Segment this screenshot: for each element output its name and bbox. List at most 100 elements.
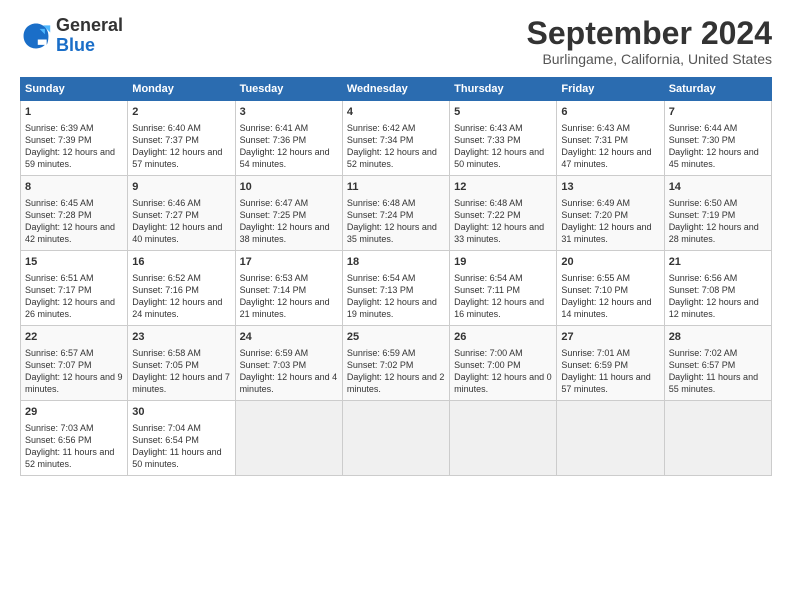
day-number: 15 <box>25 255 123 270</box>
day-number: 13 <box>561 180 659 195</box>
daylight: Daylight: 12 hours and 38 minutes. <box>240 222 330 244</box>
day-number: 6 <box>561 105 659 120</box>
day-number: 28 <box>669 330 767 345</box>
calendar-cell: 9Sunrise: 6:46 AMSunset: 7:27 PMDaylight… <box>128 176 235 251</box>
calendar-cell: 30Sunrise: 7:04 AMSunset: 6:54 PMDayligh… <box>128 401 235 475</box>
daylight: Daylight: 11 hours and 50 minutes. <box>132 447 221 469</box>
sunrise: Sunrise: 6:48 AM <box>454 198 523 208</box>
header-friday: Friday <box>557 78 664 101</box>
sunset: Sunset: 7:27 PM <box>132 210 199 220</box>
sunrise: Sunrise: 6:48 AM <box>347 198 416 208</box>
daylight: Daylight: 12 hours and 24 minutes. <box>132 297 222 319</box>
calendar-cell: 12Sunrise: 6:48 AMSunset: 7:22 PMDayligh… <box>450 176 557 251</box>
sunrise: Sunrise: 6:40 AM <box>132 123 201 133</box>
daylight: Daylight: 12 hours and 59 minutes. <box>25 147 115 169</box>
calendar-cell: 11 Sunrise: 6:48 AM Sunset: 7:24 PM Dayligh… <box>342 176 449 251</box>
calendar-cell <box>235 401 342 475</box>
daylight: Daylight: 12 hours and 33 minutes. <box>454 222 544 244</box>
calendar-header: Sunday Monday Tuesday Wednesday Thursday… <box>21 78 772 101</box>
sunset: Sunset: 7:03 PM <box>240 360 307 370</box>
sunset: Sunset: 7:34 PM <box>347 135 414 145</box>
daylight: Daylight: 12 hours and 35 minutes. <box>347 222 437 244</box>
calendar-cell: 16Sunrise: 6:52 AMSunset: 7:16 PMDayligh… <box>128 251 235 326</box>
sunset: Sunset: 7:16 PM <box>132 285 199 295</box>
sunset: Sunset: 7:14 PM <box>240 285 307 295</box>
sunset: Sunset: 7:37 PM <box>132 135 199 145</box>
header-wednesday: Wednesday <box>342 78 449 101</box>
day-number: 22 <box>25 330 123 345</box>
sunrise: Sunrise: 6:47 AM <box>240 198 309 208</box>
day-number: 5 <box>454 105 552 120</box>
sunset: Sunset: 7:24 PM <box>347 210 414 220</box>
calendar-cell: 15Sunrise: 6:51 AMSunset: 7:17 PMDayligh… <box>21 251 128 326</box>
daylight: Daylight: 12 hours and 7 minutes. <box>132 372 230 394</box>
day-number: 8 <box>25 180 123 195</box>
daylight: Daylight: 12 hours and 42 minutes. <box>25 222 115 244</box>
sunrise: Sunrise: 6:46 AM <box>132 198 201 208</box>
sunset: Sunset: 7:28 PM <box>25 210 92 220</box>
daylight: Daylight: 12 hours and 31 minutes. <box>561 222 651 244</box>
daylight: Daylight: 11 hours and 52 minutes. <box>25 447 114 469</box>
calendar-cell: 21Sunrise: 6:56 AMSunset: 7:08 PMDayligh… <box>664 251 771 326</box>
sunrise: Sunrise: 6:56 AM <box>669 273 738 283</box>
sunset: Sunset: 7:39 PM <box>25 135 92 145</box>
sunset: Sunset: 7:25 PM <box>240 210 307 220</box>
sunrise: Sunrise: 6:54 AM <box>454 273 523 283</box>
daylight: Daylight: 12 hours and 16 minutes. <box>454 297 544 319</box>
sunrise: Sunrise: 6:43 AM <box>454 123 523 133</box>
header-sunday: Sunday <box>21 78 128 101</box>
sunset: Sunset: 7:10 PM <box>561 285 628 295</box>
calendar-cell: 13Sunrise: 6:49 AMSunset: 7:20 PMDayligh… <box>557 176 664 251</box>
main-title: September 2024 <box>527 16 772 51</box>
sunset: Sunset: 7:05 PM <box>132 360 199 370</box>
sunrise: Sunrise: 6:57 AM <box>25 348 94 358</box>
sunrise: Sunrise: 7:04 AM <box>132 423 201 433</box>
header-saturday: Saturday <box>664 78 771 101</box>
calendar-cell <box>664 401 771 475</box>
daylight: Daylight: 12 hours and 52 minutes. <box>347 147 437 169</box>
sunrise: Sunrise: 6:59 AM <box>240 348 309 358</box>
calendar-cell: 8Sunrise: 6:45 AMSunset: 7:28 PMDaylight… <box>21 176 128 251</box>
day-number: 19 <box>454 255 552 270</box>
sunrise: Sunrise: 6:54 AM <box>347 273 416 283</box>
sunset: Sunset: 7:07 PM <box>25 360 92 370</box>
day-number: 1 <box>25 105 123 120</box>
sunrise: Sunrise: 7:00 AM <box>454 348 523 358</box>
sunset: Sunset: 7:31 PM <box>561 135 628 145</box>
calendar-cell: 7Sunrise: 6:44 AMSunset: 7:30 PMDaylight… <box>664 101 771 176</box>
calendar-cell <box>342 401 449 475</box>
sunrise: Sunrise: 7:03 AM <box>25 423 94 433</box>
sunrise: Sunrise: 7:02 AM <box>669 348 738 358</box>
header-monday: Monday <box>128 78 235 101</box>
daylight: Daylight: 12 hours and 40 minutes. <box>132 222 222 244</box>
daylight: Daylight: 12 hours and 4 minutes. <box>240 372 338 394</box>
day-number: 27 <box>561 330 659 345</box>
header: GeneralBlue September 2024 Burlingame, C… <box>20 16 772 67</box>
daylight: Daylight: 12 hours and 50 minutes. <box>454 147 544 169</box>
calendar-cell: 29Sunrise: 7:03 AMSunset: 6:56 PMDayligh… <box>21 401 128 475</box>
day-number: 4 <box>347 105 445 120</box>
sunrise: Sunrise: 6:55 AM <box>561 273 630 283</box>
sunrise: Sunrise: 6:42 AM <box>347 123 416 133</box>
daylight: Daylight: 11 hours and 55 minutes. <box>669 372 758 394</box>
logo-text: GeneralBlue <box>56 16 123 56</box>
header-tuesday: Tuesday <box>235 78 342 101</box>
calendar-cell <box>450 401 557 475</box>
calendar-cell <box>557 401 664 475</box>
sunrise: Sunrise: 6:44 AM <box>669 123 738 133</box>
daylight: Daylight: 12 hours and 19 minutes. <box>347 297 437 319</box>
day-number: 14 <box>669 180 767 195</box>
day-number: 11 <box>347 180 445 195</box>
sunrise: Sunrise: 6:51 AM <box>25 273 94 283</box>
sunset: Sunset: 7:02 PM <box>347 360 414 370</box>
header-thursday: Thursday <box>450 78 557 101</box>
calendar-body: 1Sunrise: 6:39 AMSunset: 7:39 PMDaylight… <box>21 101 772 475</box>
daylight: Daylight: 12 hours and 47 minutes. <box>561 147 651 169</box>
calendar-cell: 6Sunrise: 6:43 AMSunset: 7:31 PMDaylight… <box>557 101 664 176</box>
logo: GeneralBlue <box>20 16 123 56</box>
day-number: 12 <box>454 180 552 195</box>
day-number: 30 <box>132 405 230 420</box>
calendar-cell: 14Sunrise: 6:50 AMSunset: 7:19 PMDayligh… <box>664 176 771 251</box>
sunset: Sunset: 7:33 PM <box>454 135 521 145</box>
sunset: Sunset: 7:36 PM <box>240 135 307 145</box>
